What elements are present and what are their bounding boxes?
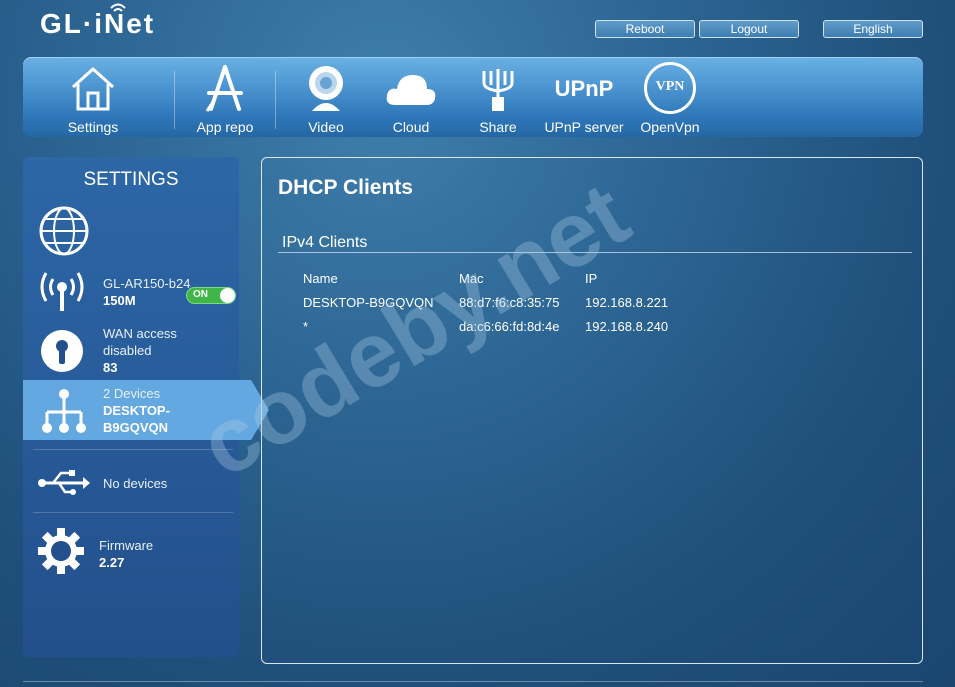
firmware-version: 2.27 <box>99 555 125 570</box>
devices-count: 2 Devices <box>103 386 161 401</box>
nav-app-repo[interactable]: App repo <box>185 57 265 137</box>
client-mac: 88:d7:f6:c8:35:75 <box>459 295 560 310</box>
device-name-line2: B9GQVQN <box>103 420 169 435</box>
nav-share-label: Share <box>479 119 517 135</box>
nav-cloud[interactable]: Cloud <box>371 57 451 137</box>
nav-share[interactable]: Share <box>458 57 538 137</box>
usb-icon <box>38 470 90 495</box>
wan-value: 83 <box>103 360 118 375</box>
reboot-button[interactable]: Reboot <box>595 20 695 38</box>
keyhole-icon <box>41 330 83 372</box>
vpn-icon: VPN <box>644 62 696 114</box>
section-divider <box>278 252 912 253</box>
nav-video[interactable]: Video <box>286 57 366 137</box>
upnp-icon-text: UPnP <box>554 76 614 101</box>
home-icon <box>71 67 115 111</box>
column-header-ip: IP <box>585 271 598 286</box>
firmware-label: Firmware <box>99 538 154 553</box>
language-button[interactable]: English <box>823 20 923 38</box>
app-store-icon <box>205 65 243 112</box>
sidebar-item-internet[interactable] <box>23 205 239 257</box>
page-title: DHCP Clients <box>278 176 413 199</box>
client-name: DESKTOP-B9GQVQN <box>303 295 434 310</box>
wifi-speed: 150M <box>103 293 136 308</box>
client-ip: 192.168.8.221 <box>585 295 669 310</box>
sidebar-item-firmware[interactable]: Firmware 2.27 <box>23 525 239 575</box>
wifi-antenna-icon <box>40 272 84 311</box>
sidebar-divider <box>33 512 233 513</box>
device-name-line1: DESKTOP- <box>103 403 170 418</box>
clients-info: 2 Devices DESKTOP- B9GQVQN <box>103 385 170 436</box>
sidebar-item-wan[interactable]: WAN access disabled 83 <box>23 322 239 377</box>
main-nav-bar: Settings App repo Video Cloud Share UPnP… <box>23 57 923 137</box>
logo-text: GL·iNet <box>40 8 156 39</box>
settings-sidebar: SETTINGS GL-AR150-b24 150M ON WAN access… <box>23 157 269 657</box>
sidebar-divider <box>33 449 233 450</box>
firmware-info: Firmware 2.27 <box>99 537 153 571</box>
wifi-ssid: GL-AR150-b24 <box>103 276 191 291</box>
sidebar-item-usb[interactable]: No devices <box>23 465 239 501</box>
sidebar-item-clients[interactable]: 2 Devices DESKTOP- B9GQVQN <box>23 380 269 440</box>
wifi-toggle[interactable]: ON <box>186 287 236 304</box>
nav-app-repo-label: App repo <box>196 119 254 135</box>
column-header-mac: Mac <box>459 271 484 286</box>
footer-divider <box>23 681 923 682</box>
client-ip: 192.168.8.240 <box>585 319 669 334</box>
nav-openvpn[interactable]: VPN OpenVpn <box>630 57 710 137</box>
dhcp-clients-panel: DHCP Clients IPv4 Clients Name Mac IP DE… <box>261 157 923 664</box>
logout-button[interactable]: Logout <box>699 20 799 38</box>
section-title: IPv4 Clients <box>282 234 368 251</box>
toggle-knob <box>220 288 235 303</box>
column-header-name: Name <box>303 271 338 286</box>
nav-divider <box>275 71 276 129</box>
wan-status-line2: disabled <box>103 343 152 358</box>
nav-cloud-label: Cloud <box>392 119 430 135</box>
nav-settings[interactable]: Settings <box>53 57 133 137</box>
cloud-icon <box>386 75 436 105</box>
gl-inet-logo: GL·iNet <box>40 3 156 44</box>
nav-upnp-label: UPnP server <box>544 119 624 135</box>
nav-settings-label: Settings <box>67 119 119 135</box>
vpn-icon-text: VPN <box>655 79 685 94</box>
sidebar-title: SETTINGS <box>83 169 179 190</box>
wan-status-line1: WAN access <box>103 326 177 341</box>
globe-icon <box>39 206 89 256</box>
usb-status: No devices <box>103 476 168 491</box>
wan-info: WAN access disabled 83 <box>103 325 177 376</box>
wifi-info: GL-AR150-b24 150M <box>103 275 190 309</box>
nav-divider <box>174 71 175 129</box>
network-tree-icon <box>42 389 86 433</box>
gear-icon <box>38 528 84 574</box>
nav-upnp-server[interactable]: UPnP UPnP server <box>538 57 630 137</box>
client-mac: da:c6:66:fd:8d:4e <box>459 319 560 334</box>
usb-share-icon <box>482 69 514 111</box>
toggle-label: ON <box>193 289 208 300</box>
upnp-icon: UPnP <box>549 63 619 115</box>
client-name: * <box>303 319 309 334</box>
logo-wifi-icon <box>110 3 126 12</box>
nav-openvpn-label: OpenVpn <box>640 119 700 135</box>
webcam-icon <box>309 66 343 111</box>
nav-video-label: Video <box>308 119 344 135</box>
